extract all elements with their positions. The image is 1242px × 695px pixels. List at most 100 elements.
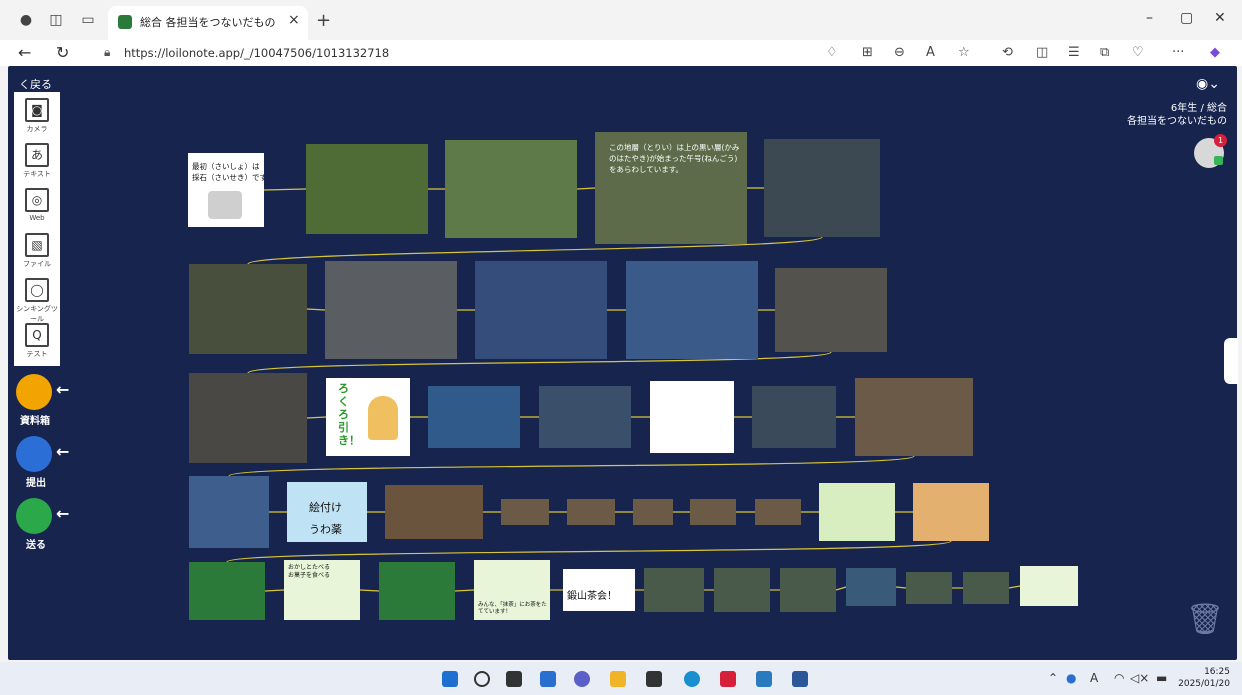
photo-card[interactable] [325, 261, 457, 359]
photo-card[interactable] [379, 562, 455, 620]
photo-card[interactable] [690, 499, 736, 525]
minimize-button[interactable]: – [1146, 10, 1153, 26]
text-card[interactable] [1020, 566, 1078, 606]
connector-line [895, 586, 907, 589]
text-card[interactable]: 絵付け うわ薬 [287, 482, 367, 542]
photo-card[interactable] [189, 476, 269, 548]
word-icon[interactable] [792, 671, 808, 687]
photo-card[interactable] [428, 386, 520, 448]
file-tool[interactable]: ▧ ファイル [14, 227, 60, 272]
photo-card[interactable] [752, 386, 836, 448]
photo-card[interactable] [913, 483, 989, 541]
photo-card[interactable]: この地層（とりい）は上の黒い層(かみ のはたやき)が始まった午号(ねんごう) を… [595, 132, 747, 244]
web-tool[interactable]: ◎ Web [14, 182, 60, 227]
show-hidden-icons-icon[interactable]: ⌃ [1048, 671, 1058, 685]
photo-card[interactable] [189, 562, 265, 620]
lock-icon[interactable]: 🔒︎ [104, 45, 110, 60]
tab-active[interactable]: 総合 各担当をつないだもの × [108, 6, 308, 40]
photo-card[interactable] [475, 261, 607, 359]
photo-card[interactable] [963, 572, 1009, 604]
photo-card[interactable] [755, 499, 801, 525]
app-grid-icon[interactable]: ⊞ [862, 45, 873, 60]
photo-card[interactable] [846, 568, 896, 606]
read-aloud-icon[interactable]: A [926, 45, 935, 60]
photo-card[interactable] [189, 264, 307, 354]
wifi-icon[interactable]: ◠ [1114, 671, 1124, 685]
camera-tool[interactable]: ◙ カメラ [14, 92, 60, 137]
extensions-icon[interactable]: ⟲ [1002, 45, 1013, 60]
photo-card[interactable] [775, 268, 887, 352]
text-card[interactable]: おかしとたべる お菓子を食べる [284, 560, 360, 620]
file-explorer-icon[interactable] [610, 671, 626, 687]
photo-card[interactable] [306, 144, 428, 234]
workspaces-icon[interactable]: ◫ [46, 10, 66, 30]
favorites-list-icon[interactable]: ☰ [1068, 45, 1080, 60]
favorite-star-icon[interactable]: ☆ [958, 45, 970, 60]
photo-card[interactable] [714, 568, 770, 612]
tab-close-button[interactable]: × [288, 12, 300, 28]
edge-icon[interactable] [684, 671, 700, 687]
copilot-icon[interactable]: ◆ [1210, 45, 1220, 60]
submit-button[interactable] [16, 436, 52, 472]
photo-card[interactable] [633, 499, 673, 525]
browser-essentials-icon[interactable]: ♡ [1132, 45, 1144, 60]
material-box-button[interactable] [16, 374, 52, 410]
user-menu-icon[interactable]: ◉⌄ [1196, 76, 1220, 92]
photo-card[interactable] [189, 373, 307, 463]
profile-icon[interactable]: ● [16, 10, 36, 30]
photo-card[interactable] [567, 499, 615, 525]
volume-icon[interactable]: ◁× [1130, 671, 1149, 685]
system-clock[interactable]: 16:25 2025/01/20 [1178, 666, 1230, 690]
test-tool[interactable]: Q テスト [14, 317, 60, 362]
photo-card[interactable] [906, 572, 952, 604]
photos-icon[interactable] [756, 671, 772, 687]
collections-icon[interactable]: ⧉ [1100, 45, 1109, 60]
maximize-button[interactable]: ▢ [1180, 10, 1193, 26]
participants-avatar[interactable]: 1 [1194, 134, 1227, 168]
photo-card[interactable] [819, 483, 895, 541]
photo-card[interactable] [501, 499, 549, 525]
split-screen-icon[interactable]: ◫ [1036, 45, 1048, 60]
back-arrow-icon[interactable]: ← [18, 43, 31, 62]
photo-card[interactable] [650, 381, 734, 453]
task-view-icon[interactable] [506, 671, 522, 687]
photo-card[interactable] [780, 568, 836, 612]
battery-icon[interactable]: ▬ [1156, 671, 1167, 685]
photo-card[interactable] [445, 140, 577, 238]
photo-card[interactable] [385, 485, 483, 539]
thinking-tool[interactable]: ◯ シンキングツール [14, 272, 60, 323]
zoom-icon[interactable]: ⊖ [894, 45, 905, 60]
photo-card[interactable] [644, 568, 704, 612]
search-icon[interactable] [474, 671, 490, 687]
photo-card[interactable] [855, 378, 973, 456]
store-icon[interactable] [646, 671, 662, 687]
notification-bell-icon[interactable]: ♢ [826, 45, 838, 60]
text-card[interactable]: みんな、「抹茶」にお茶をたてています！ [474, 560, 550, 620]
back-button[interactable]: く戻る [19, 76, 52, 92]
text-card[interactable]: ろくろ引き！ [326, 378, 410, 456]
text-card[interactable]: 鍛山茶会！ [563, 569, 635, 611]
text-tool[interactable]: あ テキスト [14, 137, 60, 182]
tab-title: 総合 各担当をつないだもの [140, 16, 276, 29]
loilonote-board[interactable]: く戻る ◙ カメラ あ テキスト ◎ Web ▧ ファイル ◯ シンキングツール… [8, 66, 1238, 660]
photo-card[interactable] [764, 139, 880, 237]
photo-card[interactable] [539, 386, 631, 448]
drawer-handle[interactable] [1224, 338, 1238, 384]
acrobat-icon[interactable] [720, 671, 736, 687]
photo-card[interactable]: 最初（さいしょ）は 採石（さいせき）です。 [188, 153, 264, 227]
refresh-icon[interactable]: ↻ [56, 43, 69, 62]
photo-card[interactable] [626, 261, 758, 359]
ime-indicator[interactable]: A [1090, 671, 1098, 685]
start-icon[interactable] [442, 671, 458, 687]
tab-actions-icon[interactable]: ▭ [78, 10, 98, 30]
widgets-icon[interactable] [540, 671, 556, 687]
url-field[interactable]: https://loilonote.app/_/10047506/1013132… [124, 46, 389, 60]
send-button[interactable] [16, 498, 52, 534]
chat-icon[interactable] [574, 671, 590, 687]
more-menu-button[interactable]: ··· [1172, 45, 1184, 60]
close-window-button[interactable]: ✕ [1214, 10, 1226, 26]
cloud-icon[interactable]: ● [1066, 671, 1076, 685]
card-text: 鍛山茶会！ [567, 591, 617, 602]
trash-icon[interactable]: 🗑︎ [1186, 602, 1224, 638]
new-tab-button[interactable]: + [316, 10, 331, 31]
